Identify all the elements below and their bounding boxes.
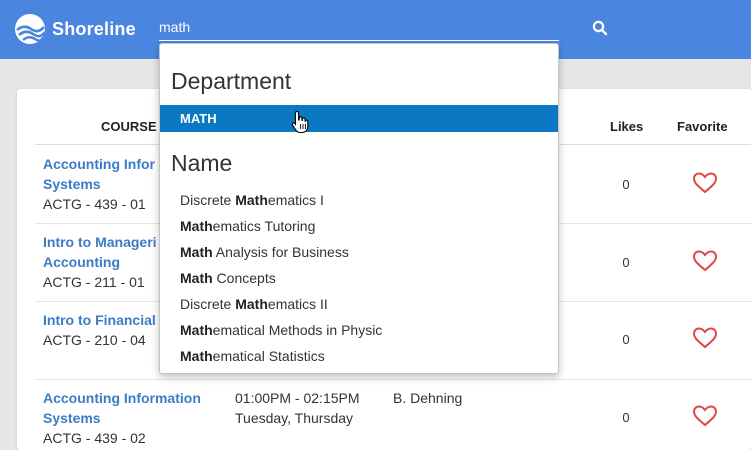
favorite-heart-icon[interactable]: [692, 326, 718, 350]
class-days: Tuesday, Thursday: [235, 410, 354, 426]
course-code: ACTG - 439 - 02: [43, 430, 146, 446]
course-title-link[interactable]: Systems: [43, 408, 223, 428]
likes-count: 0: [622, 255, 630, 270]
logo[interactable]: Shoreline: [14, 13, 136, 45]
suggestion-item[interactable]: Mathematical Methods in Physic: [180, 320, 382, 340]
suggestion-item[interactable]: Discrete Mathematics II: [180, 294, 328, 314]
hand-pointer-cursor-icon: [291, 110, 309, 134]
search-box: [159, 16, 559, 41]
course-code: ACTG - 439 - 01: [43, 196, 146, 212]
shoreline-logo-icon: [15, 14, 46, 44]
course-code: ACTG - 211 - 01: [43, 274, 145, 290]
likes-count: 0: [622, 177, 630, 192]
suggestion-item[interactable]: Discrete Mathematics I: [180, 190, 324, 210]
favorite-heart-icon[interactable]: [692, 404, 718, 428]
app-name: Shoreline: [52, 18, 136, 39]
header-likes: Likes: [610, 119, 644, 134]
course-title-link[interactable]: Accounting Information: [43, 388, 223, 408]
row-divider: [35, 379, 751, 380]
suggestion-item[interactable]: Math Analysis for Business: [180, 242, 349, 262]
instructor-name: B. Dehning: [393, 390, 463, 406]
header-favorite: Favorite: [677, 119, 728, 134]
suggestion-group-name: Name: [171, 150, 233, 176]
suggestion-group-department: Department: [171, 68, 292, 94]
suggestion-item[interactable]: Mathematics Tutoring: [180, 216, 315, 236]
suggestion-department-math[interactable]: MATH: [160, 105, 558, 132]
search-icon[interactable]: [592, 20, 608, 36]
search-input[interactable]: [159, 16, 539, 38]
suggestion-item[interactable]: Math Concepts: [180, 268, 276, 288]
favorite-heart-icon[interactable]: [692, 249, 718, 273]
suggestion-item[interactable]: Mathematical Statistics: [180, 346, 325, 366]
header-course: COURSE: [101, 119, 157, 134]
likes-count: 0: [622, 410, 630, 425]
course-code: ACTG - 210 - 04: [43, 332, 146, 348]
likes-count: 0: [622, 332, 630, 347]
class-time: 01:00PM - 02:15PM: [235, 390, 360, 406]
favorite-heart-icon[interactable]: [692, 171, 718, 195]
search-suggestions-dropdown: Department MATH Name Discrete Mathematic…: [159, 43, 559, 374]
